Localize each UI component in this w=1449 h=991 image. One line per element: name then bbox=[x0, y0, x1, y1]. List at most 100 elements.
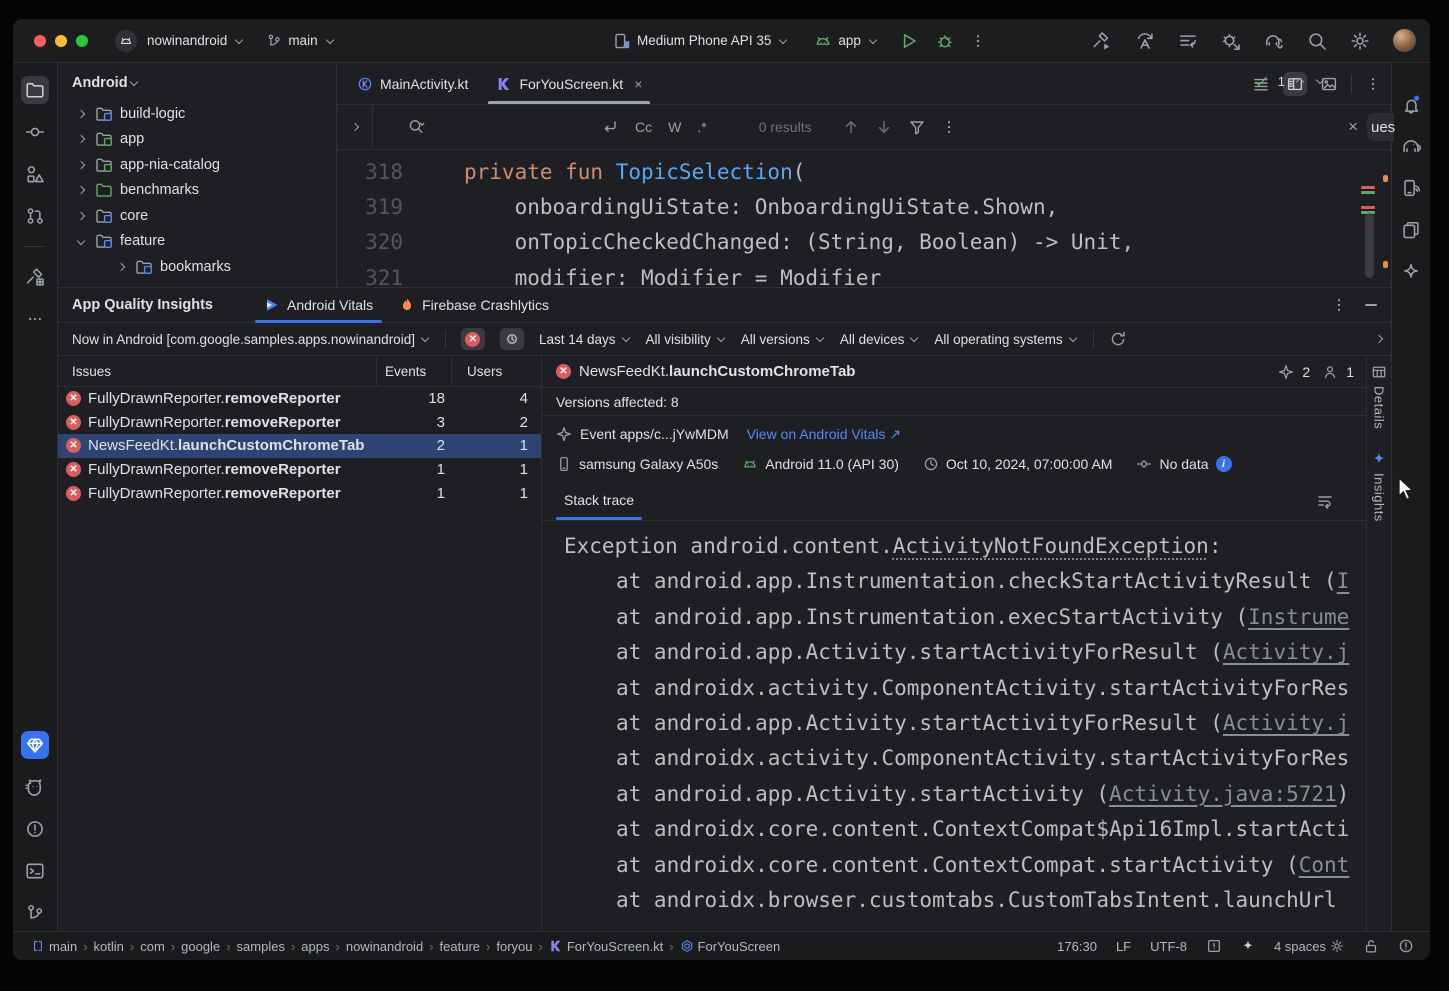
stack-frame-link[interactable]: Activity.java:5721 bbox=[1109, 782, 1337, 806]
chevron-up-icon[interactable] bbox=[1296, 78, 1304, 86]
encoding-widget[interactable]: UTF-8 bbox=[1150, 939, 1187, 954]
breadcrumb-item-main[interactable]: main bbox=[31, 939, 77, 954]
newline-icon[interactable] bbox=[601, 118, 619, 136]
caret-position-widget[interactable]: 176:30 bbox=[1057, 939, 1097, 954]
breadcrumb-item-google[interactable]: google bbox=[181, 939, 220, 954]
stack-frame-link[interactable]: I bbox=[1337, 569, 1350, 593]
side-tab-insights[interactable]: Insights bbox=[1371, 451, 1387, 522]
tree-item-app-nia-catalog[interactable]: app-nia-catalog bbox=[58, 152, 336, 178]
event-log-icon[interactable] bbox=[1398, 938, 1414, 954]
close-search-icon[interactable]: × bbox=[1348, 117, 1358, 137]
version-control-button[interactable] bbox=[21, 899, 49, 927]
stack-frame[interactable]: at android.app.Instrumentation.checkStar… bbox=[564, 569, 1366, 604]
breadcrumb-item-ForYouScreen.kt[interactable]: ForYouScreen.kt bbox=[549, 939, 663, 954]
stack-frame[interactable]: at android.app.Activity.startActivity (A… bbox=[564, 782, 1366, 817]
project-tool-button[interactable] bbox=[21, 76, 49, 104]
column-header-events[interactable]: Events bbox=[377, 356, 452, 386]
panel-options-icon[interactable] bbox=[1331, 297, 1347, 313]
gemini-button[interactable] bbox=[1397, 258, 1425, 286]
build-tool-button[interactable] bbox=[21, 263, 49, 291]
fatal-filter-toggle[interactable]: ✕ bbox=[461, 328, 485, 350]
view-on-android-vitals-link[interactable]: View on Android Vitals ↗ bbox=[747, 426, 902, 443]
close-window-button[interactable] bbox=[34, 35, 46, 47]
breadcrumb-item-kotlin[interactable]: kotlin bbox=[94, 939, 124, 954]
versions-filter-dropdown[interactable]: All versions bbox=[741, 332, 825, 347]
code-editor[interactable]: 318private fun TopicSelection(319 onboar… bbox=[337, 150, 1391, 287]
user-avatar[interactable] bbox=[1393, 29, 1416, 52]
next-match-icon[interactable] bbox=[875, 118, 893, 136]
issue-row[interactable]: ✕FullyDrawnReporter.removeReporter184 bbox=[58, 387, 541, 411]
stack-frame[interactable]: at android.app.Activity.startActivityFor… bbox=[564, 711, 1366, 746]
tree-item-build-logic[interactable]: build-logic bbox=[58, 101, 336, 127]
project-view-selector[interactable]: Android bbox=[58, 63, 336, 101]
issue-row[interactable]: ✕NewsFeedKt.launchCustomChromeTab21 bbox=[58, 434, 541, 458]
notifications-widget-icon[interactable] bbox=[1206, 938, 1222, 954]
tree-item-bookmarks[interactable]: bookmarks bbox=[58, 254, 336, 280]
search-expand-toggle[interactable] bbox=[337, 105, 373, 149]
device-selector[interactable]: Medium Phone API 35 bbox=[613, 32, 788, 50]
pull-requests-button[interactable] bbox=[21, 202, 49, 230]
stack-frame[interactable]: Exception android.content.ActivityNotFou… bbox=[564, 534, 1366, 569]
devices-filter-dropdown[interactable]: All devices bbox=[840, 332, 920, 347]
stack-frame[interactable]: at android.app.Activity.startActivityFor… bbox=[564, 640, 1366, 675]
breadcrumb-item-samples[interactable]: samples bbox=[237, 939, 285, 954]
breadcrumb-item-foryou[interactable]: foryou bbox=[496, 939, 532, 954]
stack-trace[interactable]: Exception android.content.ActivityNotFou… bbox=[542, 521, 1366, 932]
search-everywhere-icon[interactable] bbox=[1307, 31, 1327, 51]
tab-stack-trace[interactable]: Stack trace bbox=[564, 492, 634, 520]
resource-manager-button[interactable] bbox=[21, 160, 49, 188]
search-icon[interactable] bbox=[407, 118, 425, 136]
stack-frame[interactable]: at androidx.core.content.ContextCompat.s… bbox=[564, 853, 1366, 888]
words-toggle[interactable]: W bbox=[668, 119, 681, 135]
tab-mainactivity[interactable]: MainActivity.kt bbox=[343, 63, 482, 104]
chevron-down-icon[interactable] bbox=[77, 237, 85, 245]
notifications-button[interactable] bbox=[1397, 90, 1425, 118]
writable-lock-icon[interactable] bbox=[1363, 938, 1379, 954]
chevron-right-icon[interactable] bbox=[77, 110, 85, 118]
issue-row[interactable]: ✕FullyDrawnReporter.removeReporter32 bbox=[58, 411, 541, 435]
breadcrumb-item-com[interactable]: com bbox=[140, 939, 165, 954]
minimize-panel-icon[interactable] bbox=[1365, 304, 1377, 306]
build-run-icon[interactable] bbox=[1092, 31, 1112, 51]
chevron-down-icon[interactable] bbox=[1316, 76, 1324, 84]
time-filter-dropdown[interactable]: Last 14 days bbox=[539, 332, 631, 347]
branch-selector[interactable]: main bbox=[266, 33, 334, 49]
app-filter-dropdown[interactable]: Now in Android [com.google.samples.apps.… bbox=[72, 332, 430, 347]
info-icon[interactable]: i bbox=[1216, 456, 1232, 472]
stack-frame[interactable]: at android.app.Instrumentation.execStart… bbox=[564, 605, 1366, 640]
inspections-widget[interactable]: 1 bbox=[1253, 73, 1325, 89]
column-header-users[interactable]: Users bbox=[452, 356, 541, 386]
stack-frame[interactable]: at androidx.activity.ComponentActivity.s… bbox=[564, 746, 1366, 781]
column-header-issues[interactable]: Issues bbox=[58, 356, 377, 386]
commit-tool-button[interactable] bbox=[21, 118, 49, 146]
stack-frame-link[interactable]: Activity.j bbox=[1223, 640, 1349, 664]
run-config-selector[interactable]: app bbox=[814, 32, 878, 50]
breadcrumb-item-feature[interactable]: feature bbox=[440, 939, 480, 954]
visibility-filter-dropdown[interactable]: All visibility bbox=[646, 332, 726, 347]
attach-debugger-icon[interactable] bbox=[1221, 31, 1241, 51]
stack-frame-link[interactable]: Cont bbox=[1299, 853, 1350, 877]
chevron-right-icon[interactable] bbox=[1375, 335, 1383, 343]
search-more-icon[interactable] bbox=[941, 119, 957, 135]
chevron-right-icon[interactable] bbox=[77, 212, 85, 220]
tree-item-feature[interactable]: feature bbox=[58, 229, 336, 255]
exception-class[interactable]: ActivityNotFoundException bbox=[893, 534, 1209, 558]
more-options-icon[interactable] bbox=[1365, 76, 1381, 92]
previous-match-icon[interactable] bbox=[842, 118, 860, 136]
refresh-icon[interactable] bbox=[1109, 330, 1127, 348]
more-tool-windows-button[interactable] bbox=[21, 305, 49, 333]
breadcrumb-item-apps[interactable]: apps bbox=[301, 939, 329, 954]
gradle-sync-icon[interactable] bbox=[1264, 31, 1284, 51]
anr-filter-toggle[interactable] bbox=[500, 328, 524, 350]
zoom-window-button[interactable] bbox=[76, 35, 88, 47]
os-filter-dropdown[interactable]: All operating systems bbox=[934, 332, 1077, 347]
breadcrumb-item-nowinandroid[interactable]: nowinandroid bbox=[346, 939, 423, 954]
breadcrumb-item-ForYouScreen[interactable]: ForYouScreen bbox=[680, 939, 781, 954]
soft-wrap-icon[interactable] bbox=[1316, 492, 1334, 510]
tab-firebase-crashlytics[interactable]: Firebase Crashlytics bbox=[386, 288, 562, 322]
stack-frame-link[interactable]: Instrume bbox=[1248, 605, 1349, 629]
project-selector[interactable]: nowinandroid bbox=[147, 33, 244, 48]
app-quality-insights-button[interactable] bbox=[21, 731, 49, 759]
side-tab-details[interactable]: Details bbox=[1371, 364, 1387, 429]
line-separator-widget[interactable]: LF bbox=[1116, 939, 1131, 954]
